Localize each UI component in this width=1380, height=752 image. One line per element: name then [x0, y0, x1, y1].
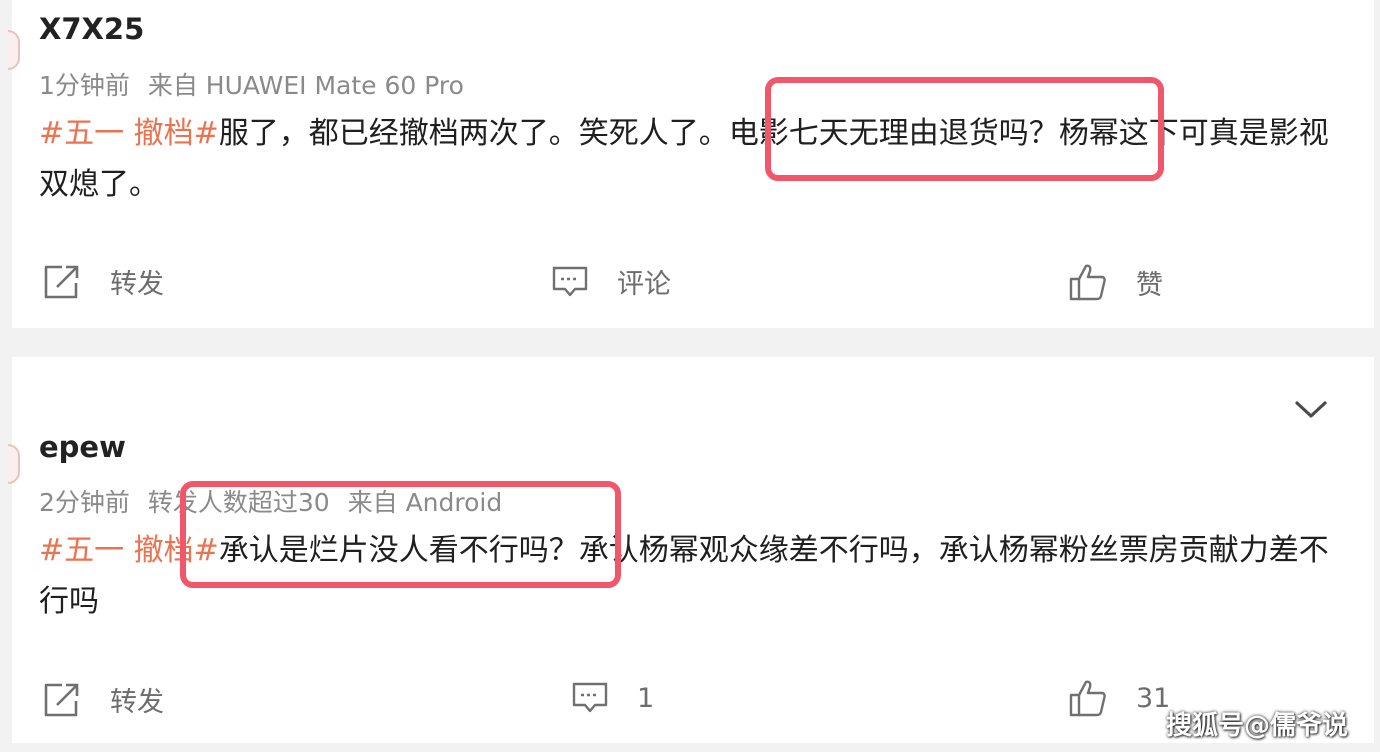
comment-icon — [572, 682, 608, 713]
highlight-box — [765, 77, 1164, 181]
comment-icon — [552, 266, 588, 296]
post-text: 服了，都已经撤档两次了。笑死人了。 — [218, 116, 729, 151]
comment-label: 评论 — [617, 269, 671, 300]
post-card: X7X25 1分钟前 来自 HUAWEI Mate 60 Pro #五一 撤档#… — [8, 0, 1374, 328]
like-button[interactable]: 31 — [1068, 678, 1170, 718]
repost-icon — [44, 683, 79, 716]
like-label: 赞 — [1136, 269, 1163, 301]
weibo-feed: X7X25 1分钟前 来自 HUAWEI Mate 60 Pro #五一 撤档#… — [0, 0, 1380, 752]
hashtag-link[interactable]: #五一 撤档# — [39, 116, 219, 151]
repost-label: 转发 — [110, 269, 164, 300]
comment-button[interactable]: 1 — [571, 680, 654, 716]
comment-count: 1 — [637, 682, 655, 714]
post-source: 来自 HUAWEI Mate 60 Pro — [147, 71, 464, 100]
chevron-down-icon[interactable] — [1294, 399, 1328, 421]
repost-label: 转发 — [110, 687, 164, 718]
repost-icon — [44, 265, 79, 298]
repost-button[interactable]: 转发 — [42, 262, 164, 301]
post-username[interactable]: X7X25 — [39, 12, 144, 46]
avatar[interactable] — [8, 30, 20, 70]
watermark: 搜狐号@儒爷说 — [1165, 711, 1348, 741]
post-meta: 1分钟前 来自 HUAWEI Mate 60 Pro — [39, 66, 474, 102]
repost-button[interactable]: 转发 — [42, 680, 164, 719]
post-username[interactable]: epew — [39, 430, 126, 464]
comment-button[interactable]: 评论 — [551, 262, 671, 301]
avatar[interactable] — [8, 444, 20, 484]
post-time: 1分钟前 — [39, 71, 130, 100]
like-icon — [1069, 264, 1106, 301]
post-time: 2分钟前 — [39, 488, 130, 517]
like-button[interactable]: 赞 — [1068, 262, 1163, 302]
post-card: epew 2分钟前 转发人数超过30 来自 Android #五一 撤档#承认是… — [8, 357, 1374, 743]
highlight-box — [180, 481, 621, 588]
like-icon — [1069, 680, 1106, 717]
